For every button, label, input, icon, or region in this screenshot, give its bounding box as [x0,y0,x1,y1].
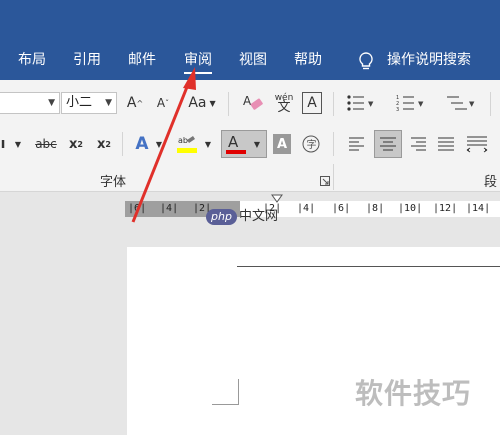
header-line [237,266,500,267]
font-group-label: 字体 [100,175,127,190]
bullets-icon[interactable]: ▼ [346,94,374,112]
divider [333,132,334,156]
tab-view[interactable]: 视图 [239,44,267,76]
php-cn-logo: php 中文网 [206,205,278,225]
grow-font-icon[interactable]: A ^ [124,92,146,114]
ruler-number: |6| [128,203,147,214]
font-name-dropdown[interactable]: ▼ [0,92,60,114]
chevron-down-icon[interactable]: ▼ [202,132,214,156]
svg-text:▼: ▼ [418,100,424,108]
subscript-icon[interactable]: x2 [65,132,87,156]
divider [333,92,334,116]
tab-references[interactable]: 引用 [73,44,101,76]
tab-help[interactable]: 帮助 [294,44,322,76]
change-case-button[interactable]: Aa ▼ [186,92,218,114]
tab-layout[interactable]: 布局 [18,44,46,76]
svg-text:▼: ▼ [469,100,475,108]
strikethrough-icon[interactable]: abc [33,132,59,156]
svg-text:ab: ab [178,136,188,145]
character-shading-icon[interactable]: A [273,134,291,154]
margin-corner-mark [238,379,239,404]
paragraph-group-label: 段 [484,175,498,190]
change-case-label: Aa [188,95,207,111]
font-size-dropdown[interactable]: 小二 ▼ [61,92,117,114]
clear-formatting-icon[interactable]: A [241,92,265,114]
multilevel-list-icon[interactable]: ▼ [445,94,475,112]
svg-text:▼: ▼ [368,100,374,108]
phonetic-guide-button[interactable]: wén 文 [271,90,297,116]
divider [122,132,123,156]
ribbon-tabs: 布局 引用 邮件 审阅 视图 帮助 操作说明搜索 [0,44,500,76]
svg-text:字: 字 [307,138,317,151]
dialog-launcher-icon[interactable] [320,176,330,186]
align-right-icon[interactable] [409,136,427,152]
divider [490,92,491,116]
divider [333,164,334,190]
font-size-value: 小二 [66,95,93,110]
ruler-number: |4| [160,203,179,214]
character-border-icon[interactable]: A [302,92,322,114]
distributed-icon[interactable] [466,135,488,153]
chevron-down-icon[interactable]: ▼ [251,132,263,156]
logo-php-text: php [206,209,237,225]
tab-mailings[interactable]: 邮件 [128,44,156,76]
chevron-down-icon: ▼ [48,98,55,108]
ruler-number: |6| [332,203,351,214]
logo-cn-text: 中文网 [238,209,278,224]
enclose-characters-icon[interactable]: 字 [300,134,322,154]
align-left-icon[interactable] [348,136,366,152]
watermark-text: 软件技巧 [355,377,472,410]
justify-icon[interactable] [437,136,455,152]
underline-icon[interactable]: ı [0,132,10,156]
tab-review[interactable]: 审阅 [184,44,212,76]
superscript-icon[interactable]: x2 [93,132,115,156]
divider [228,92,229,116]
ribbon-home: ▼ 小二 ▼ A ^ Aˇ Aa ▼ A wén 文 A ▼ 1 2 3 ▼ ▼ ı … [0,80,500,192]
margin-corner-mark [212,404,239,405]
svg-text:A: A [243,94,252,108]
text-effects-icon[interactable]: A [132,132,152,156]
chevron-down-icon[interactable]: ▼ [12,132,24,156]
numbering-icon[interactable]: 1 2 3 ▼ [396,94,424,112]
svg-text:A: A [228,133,239,151]
shrink-font-icon[interactable]: Aˇ [152,92,174,114]
ruler-number: |8| [366,203,385,214]
ruler-number: |14| [466,203,491,214]
ruler-number: |10| [398,203,423,214]
chevron-down-icon[interactable]: ▼ [153,132,165,156]
align-center-icon[interactable] [379,136,397,152]
tell-me-search[interactable]: 操作说明搜索 [387,44,471,76]
navigation-margin [0,192,125,435]
chevron-down-icon: ▼ [105,98,112,108]
highlight-icon[interactable]: ab [175,132,199,156]
phonetic-bottom: 文 [277,100,291,115]
ruler-number: |4| [297,203,316,214]
font-color-icon[interactable]: A [224,132,248,156]
svg-text:3: 3 [396,107,399,112]
ruler-number: |12| [433,203,458,214]
lightbulb-icon[interactable] [357,51,375,71]
